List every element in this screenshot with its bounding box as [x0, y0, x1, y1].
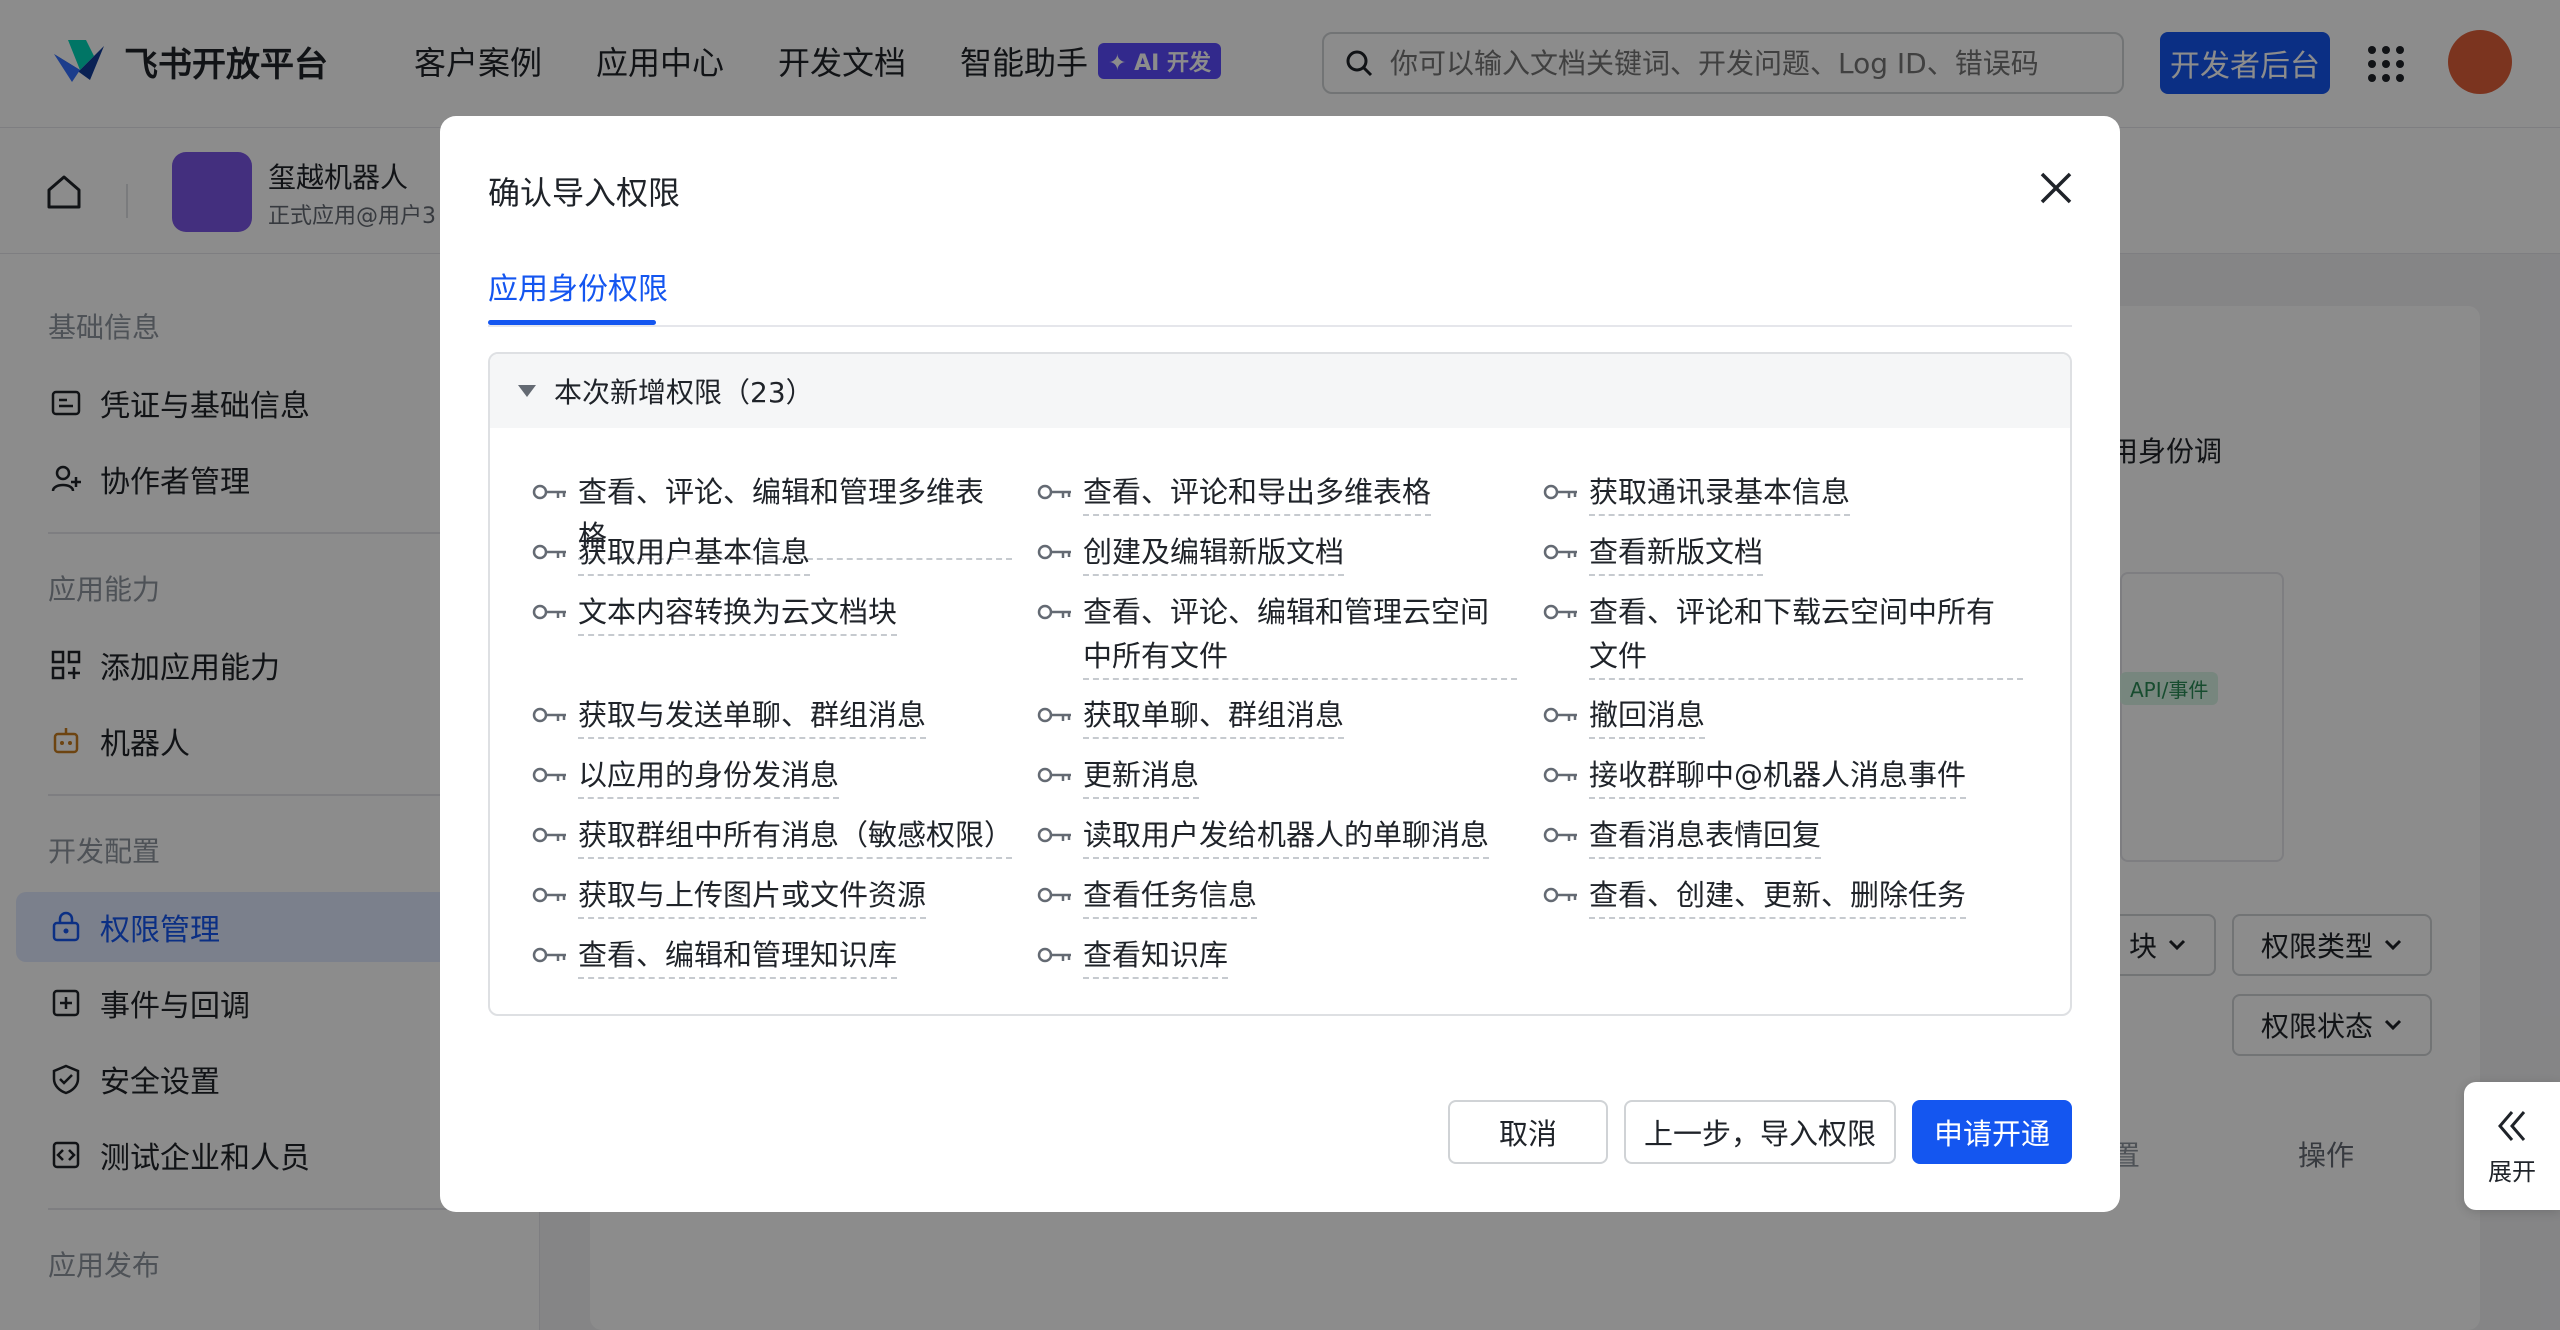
permission-label: 查看、编辑和管理知识库: [578, 933, 898, 979]
key-icon: [532, 947, 566, 963]
permission-label: 文本内容转换为云文档块: [578, 590, 898, 636]
permission-label: 查看新版文档: [1589, 530, 1764, 576]
key-icon: [532, 484, 566, 500]
key-icon: [1543, 544, 1577, 560]
permission-label: 更新消息: [1083, 753, 1200, 799]
permission-label: 查看、评论和导出多维表格: [1083, 470, 1432, 516]
permission-label: 获取与上传图片或文件资源: [578, 873, 927, 919]
close-icon[interactable]: [2034, 166, 2078, 210]
permission-label: 接收群聊中@机器人消息事件: [1589, 753, 1967, 799]
permission-item[interactable]: 更新消息: [1037, 753, 1517, 799]
key-icon: [1543, 767, 1577, 783]
permission-item[interactable]: 接收群聊中@机器人消息事件: [1543, 753, 2023, 799]
permission-item[interactable]: 获取通讯录基本信息: [1543, 470, 2023, 516]
key-icon: [1543, 887, 1577, 903]
key-icon: [1543, 484, 1577, 500]
key-icon: [1037, 887, 1071, 903]
section-title: 本次新增权限（23）: [554, 376, 814, 409]
permission-item[interactable]: 查看、评论、编辑和管理云空间中所有文件: [1037, 590, 1517, 680]
permission-item[interactable]: 获取单聊、群组消息: [1037, 693, 1517, 739]
permission-item[interactable]: 撤回消息: [1543, 693, 2023, 739]
permission-label: 获取通讯录基本信息: [1589, 470, 1851, 516]
caret-down-icon: [518, 385, 536, 397]
key-icon: [1037, 767, 1071, 783]
cancel-button[interactable]: 取消: [1448, 1100, 1608, 1164]
permission-label: 撤回消息: [1589, 693, 1706, 739]
dialog-title: 确认导入权限: [488, 174, 681, 212]
key-icon: [1543, 707, 1577, 723]
key-icon: [1037, 604, 1071, 620]
permission-item[interactable]: 查看、评论和导出多维表格: [1037, 470, 1517, 516]
permission-label: 以应用的身份发消息: [578, 753, 840, 799]
permission-label: 查看任务信息: [1083, 873, 1258, 919]
apply-button[interactable]: 申请开通: [1912, 1100, 2072, 1164]
key-icon: [532, 827, 566, 843]
key-icon: [532, 544, 566, 560]
permission-label: 查看消息表情回复: [1589, 813, 1822, 859]
key-icon: [532, 707, 566, 723]
key-icon: [1037, 947, 1071, 963]
permission-label: 创建及编辑新版文档: [1083, 530, 1345, 576]
permission-label: 获取群组中所有消息（敏感权限）: [578, 813, 1013, 859]
permission-label: 获取用户基本信息: [578, 530, 811, 576]
permission-item[interactable]: 获取用户基本信息: [532, 530, 1012, 576]
key-icon: [1037, 484, 1071, 500]
permission-label: 获取单聊、群组消息: [1083, 693, 1345, 739]
permission-item[interactable]: 查看消息表情回复: [1543, 813, 2023, 859]
key-icon: [532, 604, 566, 620]
permission-label: 查看、评论和下载云空间中所有文件: [1589, 590, 2023, 680]
permission-label: 查看、评论、编辑和管理云空间中所有文件: [1083, 590, 1517, 680]
key-icon: [1037, 544, 1071, 560]
key-icon: [532, 887, 566, 903]
permission-item[interactable]: 以应用的身份发消息: [532, 753, 1012, 799]
expand-label: 展开: [2488, 1157, 2536, 1186]
permission-item[interactable]: 查看、编辑和管理知识库: [532, 933, 1012, 979]
permission-item[interactable]: 读取用户发给机器人的单聊消息: [1037, 813, 1517, 859]
permission-item[interactable]: 获取与上传图片或文件资源: [532, 873, 1012, 919]
key-icon: [1037, 827, 1071, 843]
double-chevron-left-icon: [2498, 1110, 2526, 1141]
permission-label: 查看知识库: [1083, 933, 1229, 979]
permission-label: 获取与发送单聊、群组消息: [578, 693, 927, 739]
expand-button[interactable]: 展开: [2464, 1082, 2560, 1210]
permission-item[interactable]: 查看新版文档: [1543, 530, 2023, 576]
permission-item[interactable]: 获取群组中所有消息（敏感权限）: [532, 813, 1013, 859]
permission-item[interactable]: 查看、评论和下载云空间中所有文件: [1543, 590, 2023, 680]
key-icon: [1037, 707, 1071, 723]
section-header[interactable]: 本次新增权限（23）: [490, 354, 2070, 428]
confirm-import-dialog: 确认导入权限 应用身份权限 本次新增权限（23） 查看、评论、编辑和管理多维表格…: [440, 116, 2120, 1212]
tab-app-identity-permissions[interactable]: 应用身份权限: [488, 264, 668, 308]
permission-item[interactable]: 查看任务信息: [1037, 873, 1517, 919]
key-icon: [1543, 604, 1577, 620]
permission-item[interactable]: 查看、创建、更新、删除任务: [1543, 873, 2023, 919]
permission-item[interactable]: 文本内容转换为云文档块: [532, 590, 1012, 636]
key-icon: [532, 767, 566, 783]
key-icon: [1543, 827, 1577, 843]
back-import-button[interactable]: 上一步，导入权限: [1624, 1100, 1896, 1164]
permission-item[interactable]: 获取与发送单聊、群组消息: [532, 693, 1012, 739]
tab-divider: [488, 325, 2072, 327]
permission-item[interactable]: 查看知识库: [1037, 933, 1517, 979]
permission-item[interactable]: 创建及编辑新版文档: [1037, 530, 1517, 576]
permission-label: 读取用户发给机器人的单聊消息: [1083, 813, 1490, 859]
permission-label: 查看、创建、更新、删除任务: [1589, 873, 1967, 919]
